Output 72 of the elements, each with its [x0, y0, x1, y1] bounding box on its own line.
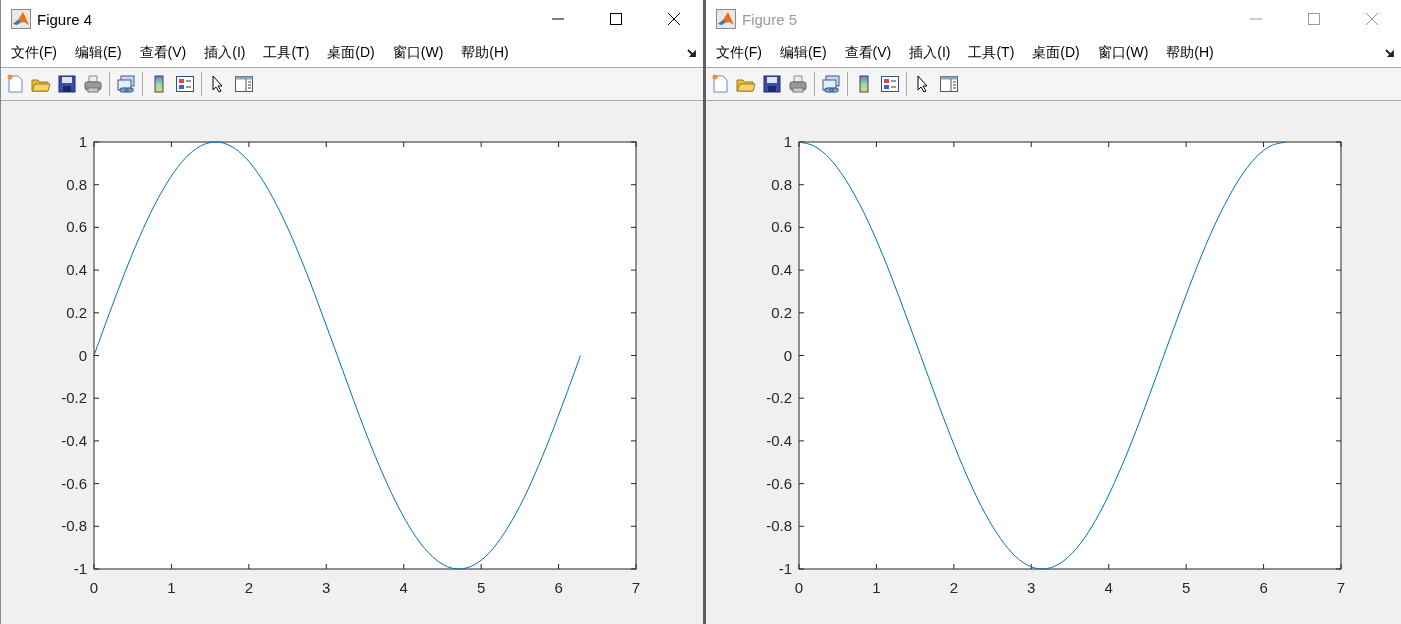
- save-icon[interactable]: [57, 74, 77, 94]
- tick-label: 7: [1336, 579, 1346, 596]
- menu-item[interactable]: 查看(V): [139, 43, 187, 62]
- menu-item[interactable]: 编辑(E): [779, 43, 827, 62]
- tick-label: 0.6: [771, 218, 792, 236]
- tick-label: -0.8: [766, 517, 792, 535]
- save-icon[interactable]: [762, 74, 782, 94]
- panel-icon[interactable]: [939, 74, 959, 94]
- tick-label: 0.6: [66, 218, 87, 236]
- tick-label: 0: [794, 579, 804, 596]
- tick-label: 2: [949, 579, 959, 596]
- tick-label: 0.4: [771, 261, 792, 279]
- tick-label: 1: [872, 579, 881, 596]
- tick-label: -0.4: [766, 431, 792, 449]
- window-title: Figure 5: [742, 10, 798, 28]
- linked-windows-icon[interactable]: [821, 74, 841, 94]
- tick-label: 4: [1104, 579, 1113, 596]
- maximize-icon[interactable]: [609, 12, 623, 26]
- menu-item[interactable]: 工具(T): [968, 43, 1015, 62]
- menu-item[interactable]: 编辑(E): [74, 43, 122, 62]
- tick-label: 0.8: [771, 175, 792, 193]
- panel-icon[interactable]: [234, 74, 254, 94]
- tick-label: 6: [1259, 579, 1268, 596]
- menu-item[interactable]: 插入(I): [204, 43, 246, 62]
- tick-label: 0.2: [771, 303, 792, 321]
- tick-label: 5: [476, 579, 486, 596]
- printer-icon[interactable]: [788, 74, 808, 94]
- tick-label: 3: [322, 579, 331, 596]
- tick-label: -0.6: [61, 474, 87, 492]
- menu-item[interactable]: 桌面(D): [327, 43, 375, 62]
- tick-label: 6: [554, 579, 563, 596]
- tick-label: -0.2: [766, 389, 792, 407]
- menu-item[interactable]: 文件(F): [11, 43, 57, 62]
- tick-label: 1: [78, 133, 87, 150]
- menu-item[interactable]: 插入(I): [909, 43, 951, 62]
- tick-label: -0.8: [61, 517, 87, 535]
- menu-item[interactable]: 文件(F): [716, 43, 762, 62]
- legend-icon[interactable]: [175, 74, 195, 94]
- dock-arrow-icon[interactable]: [1385, 47, 1395, 58]
- menu-item[interactable]: 工具(T): [263, 43, 310, 62]
- dock-arrow-icon[interactable]: [687, 47, 697, 58]
- tick-label: -1: [778, 560, 792, 577]
- tick-label: 0.2: [66, 303, 87, 321]
- menu-item[interactable]: 查看(V): [844, 43, 892, 62]
- tick-label: 3: [1027, 579, 1036, 596]
- menu-item[interactable]: 窗口(W): [1097, 43, 1149, 62]
- tick-label: 7: [631, 579, 641, 596]
- menu-item[interactable]: 帮助(H): [461, 43, 509, 62]
- legend-icon[interactable]: [880, 74, 900, 94]
- tick-label: 0: [78, 346, 87, 364]
- app-icon: [11, 9, 31, 29]
- tick-label: -0.6: [766, 474, 792, 492]
- tick-label: 5: [1181, 579, 1191, 596]
- menu-item[interactable]: 帮助(H): [1166, 43, 1214, 62]
- tick-label: 0: [89, 579, 99, 596]
- tick-label: 0: [783, 346, 792, 364]
- tick-label: 0.4: [66, 261, 87, 279]
- tick-label: -1: [73, 560, 87, 577]
- window-title: Figure 4: [37, 10, 93, 28]
- tick-label: -0.2: [61, 389, 87, 407]
- close-icon[interactable]: [667, 12, 681, 26]
- tick-label: 4: [399, 579, 408, 596]
- tick-label: -0.4: [61, 431, 87, 449]
- menu-item[interactable]: 桌面(D): [1032, 43, 1080, 62]
- tick-label: 0.8: [66, 175, 87, 193]
- tick-label: 2: [244, 579, 254, 596]
- menu-item[interactable]: 窗口(W): [392, 43, 444, 62]
- tick-label: 1: [167, 579, 176, 596]
- printer-icon[interactable]: [83, 74, 103, 94]
- tick-label: 1: [783, 133, 792, 150]
- linked-windows-icon[interactable]: [116, 74, 136, 94]
- app-icon: [716, 9, 736, 29]
